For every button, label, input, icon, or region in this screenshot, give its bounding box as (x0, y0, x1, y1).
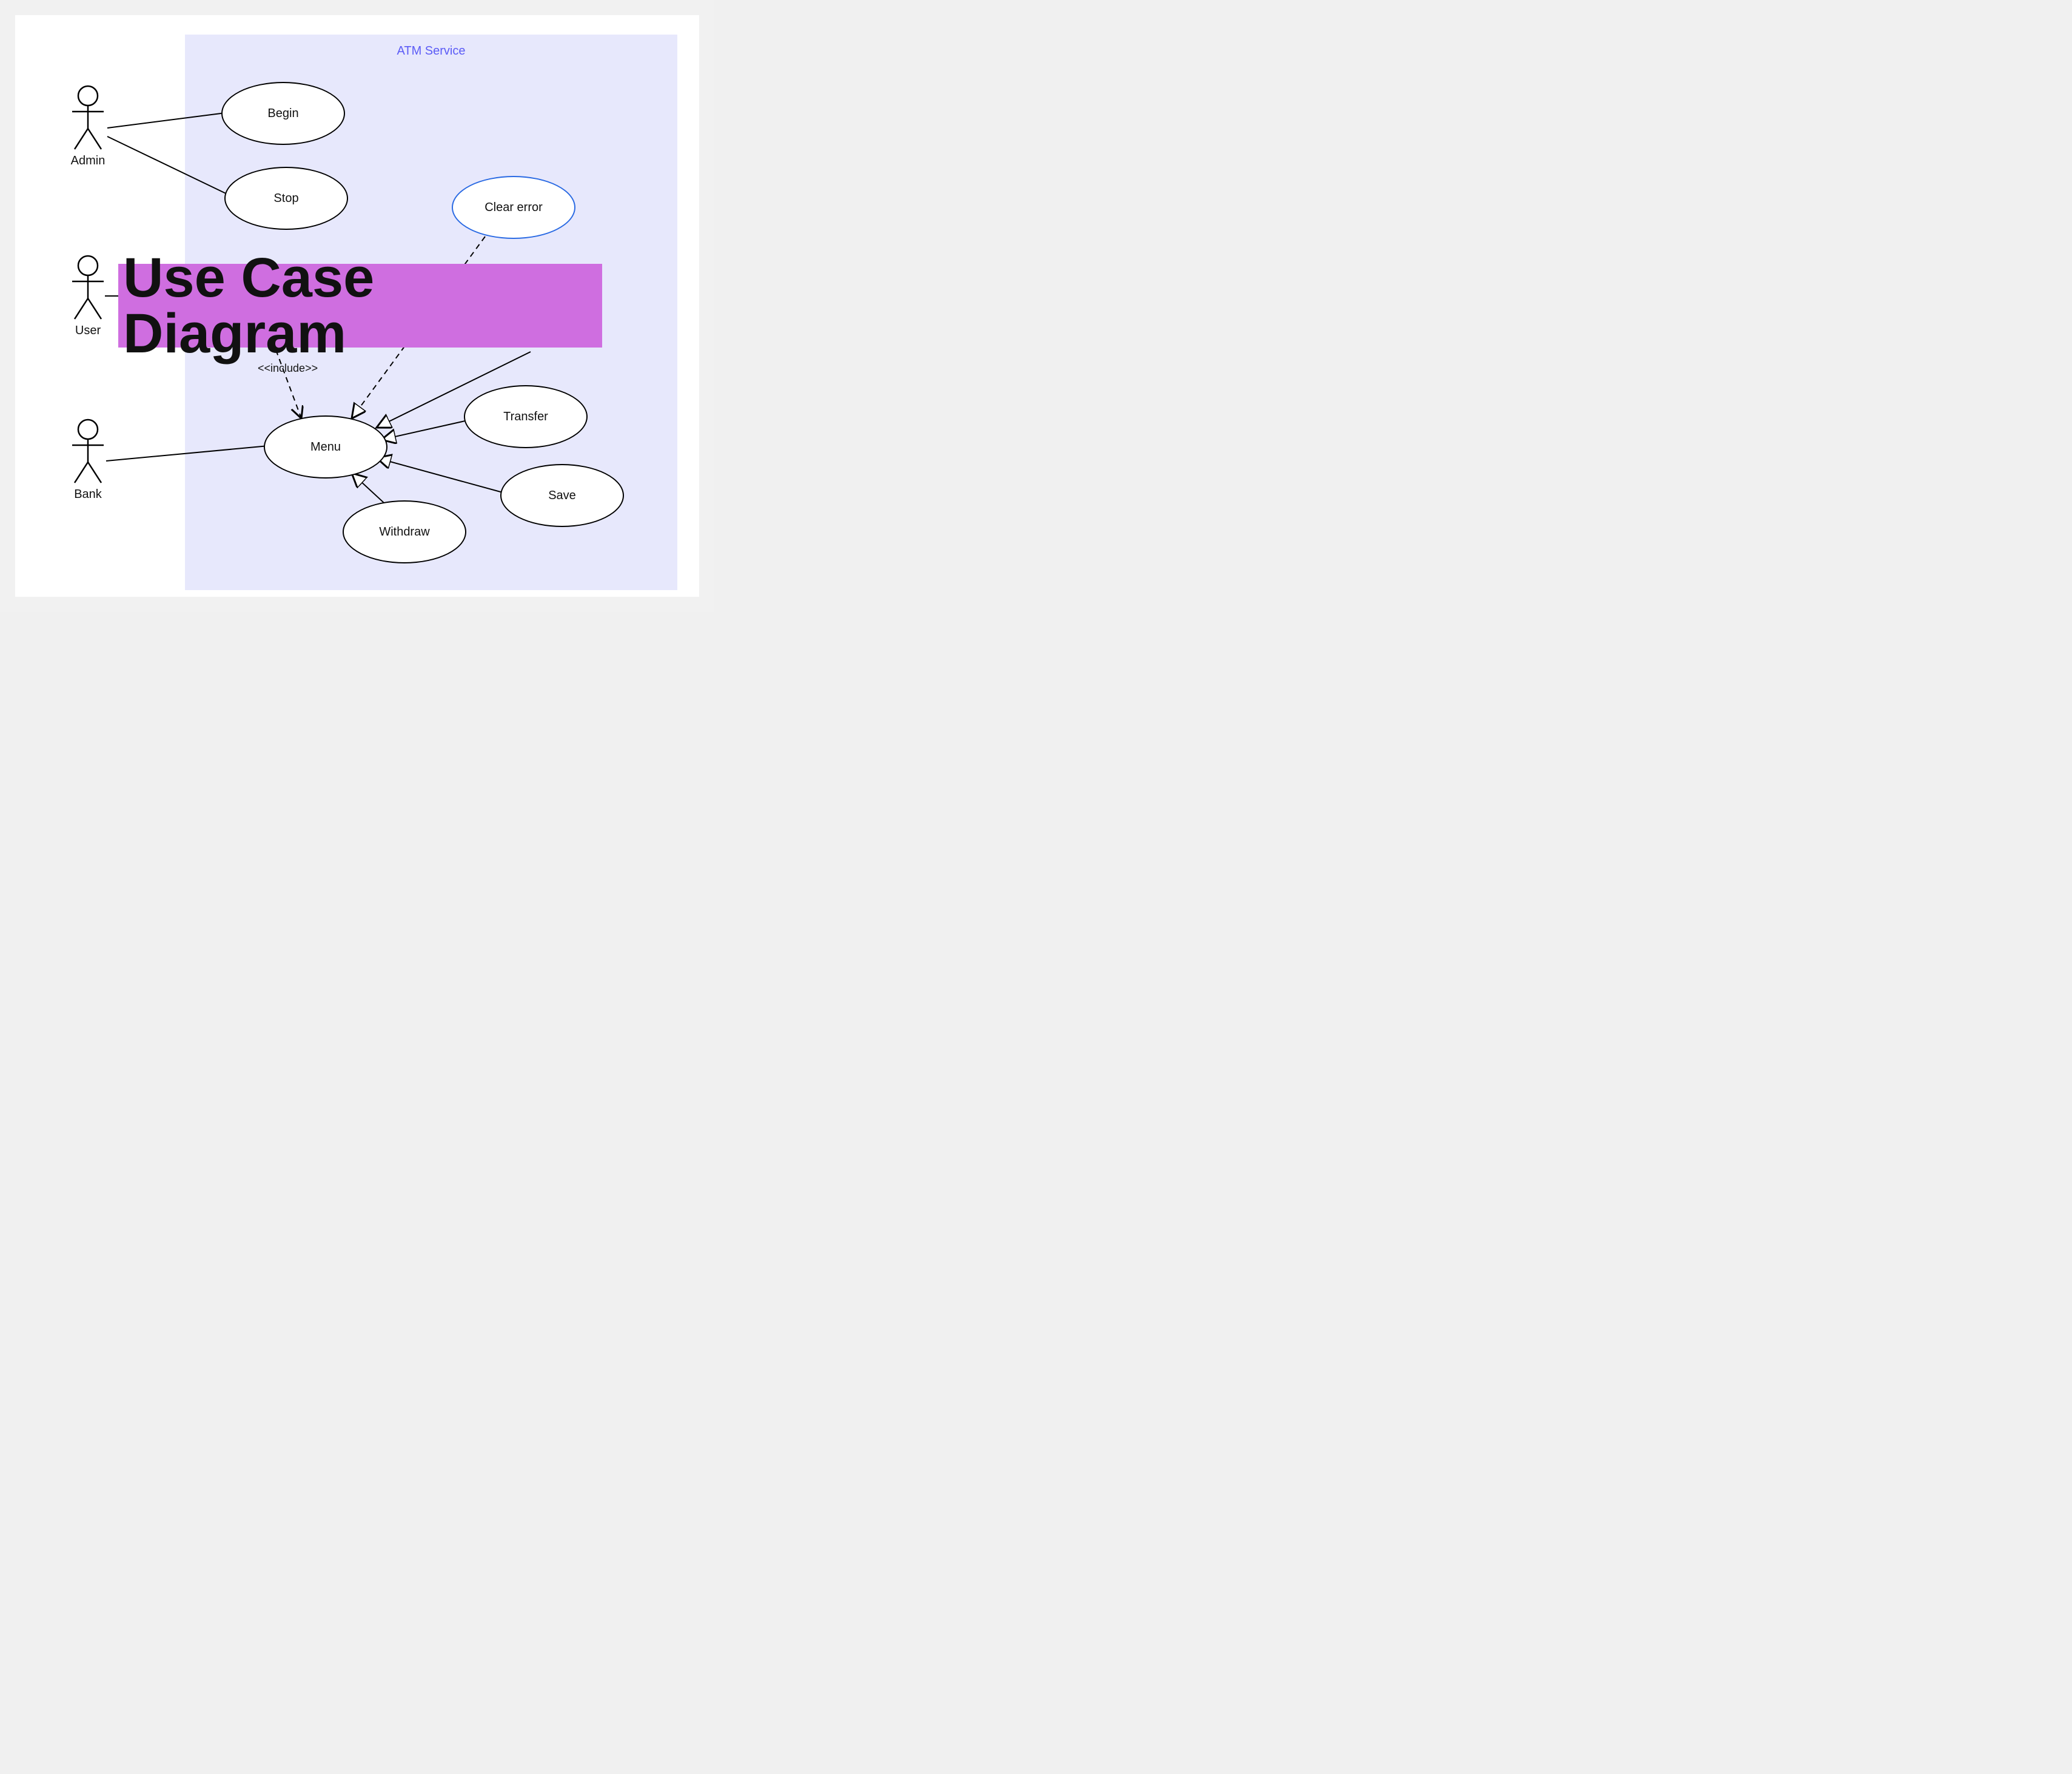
usecase-transfer[interactable]: Transfer (464, 385, 588, 448)
usecase-transfer-label: Transfer (503, 410, 548, 424)
usecase-clear-error-label: Clear error (484, 201, 543, 215)
usecase-begin[interactable]: Begin (221, 82, 345, 145)
overlay-title-banner: Use Case Diagram (118, 264, 602, 348)
usecase-stop[interactable]: Stop (224, 167, 348, 230)
usecase-stop-label: Stop (273, 192, 298, 206)
usecase-begin-label: Begin (267, 107, 298, 121)
stick-figure-icon (69, 255, 107, 321)
actor-bank-label: Bank (61, 488, 115, 502)
usecase-menu-label: Menu (310, 440, 341, 454)
system-boundary-title: ATM Service (185, 44, 677, 58)
usecase-menu[interactable]: Menu (264, 415, 387, 479)
diagram-canvas[interactable]: ATM Service (15, 15, 699, 597)
actor-bank[interactable]: Bank (61, 418, 115, 502)
usecase-withdraw[interactable]: Withdraw (343, 500, 466, 563)
usecase-clear-error[interactable]: Clear error (452, 176, 575, 239)
actor-user[interactable]: User (61, 255, 115, 338)
page-frame: ATM Service (0, 0, 714, 612)
stick-figure-icon (69, 85, 107, 152)
actor-admin[interactable]: Admin (61, 85, 115, 168)
usecase-withdraw-label: Withdraw (379, 525, 429, 539)
stick-figure-icon (69, 418, 107, 485)
actor-admin-label: Admin (61, 154, 115, 168)
usecase-save[interactable]: Save (500, 464, 624, 527)
usecase-save-label: Save (548, 489, 576, 503)
overlay-title-text: Use Case Diagram (123, 250, 602, 361)
actor-user-label: User (61, 324, 115, 338)
